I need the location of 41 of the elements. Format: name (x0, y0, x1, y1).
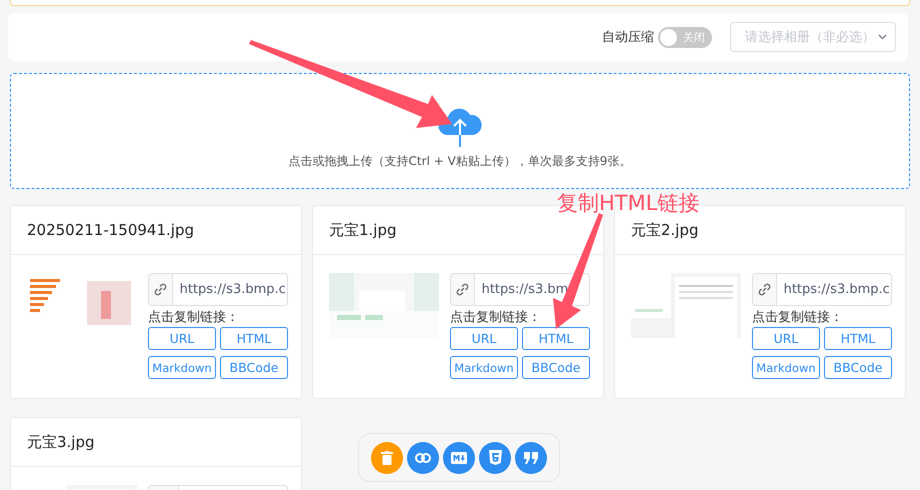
html5-icon (488, 450, 502, 465)
copy-format-button[interactable]: URL (148, 327, 216, 350)
markdown-action-button[interactable] (443, 442, 475, 474)
annotation-text: 复制HTML链接 (557, 190, 700, 217)
link-icon (456, 283, 469, 296)
copy-format-button[interactable]: HTML (220, 327, 288, 350)
upload-hint: 点击或拖拽上传（支持Ctrl + V粘贴上传），单次最多支持9张。 (288, 152, 632, 170)
url-field[interactable]: https://s3.bm (450, 273, 590, 306)
file-name: 元宝1.jpg (329, 220, 397, 240)
quote-action-button[interactable] (515, 442, 547, 474)
copy-label: 点击复制链接： (450, 309, 542, 326)
copy-label: 点击复制链接： (148, 309, 240, 326)
copy-format-button[interactable]: HTML (824, 327, 892, 350)
link-icon (758, 283, 771, 296)
file-name: 20250211-150941.jpg (27, 221, 194, 239)
upload-dropzone[interactable]: 点击或拖拽上传（支持Ctrl + V粘贴上传），单次最多支持9张。 (10, 73, 910, 189)
link-icon (415, 452, 431, 462)
html-action-button[interactable] (479, 442, 511, 474)
copy-format-button[interactable]: Markdown (752, 356, 820, 379)
chevron-down-icon (878, 34, 887, 40)
delete-action-button[interactable] (371, 442, 403, 474)
url-field[interactable]: https://s3.bmp.c (752, 273, 892, 306)
markdown-icon (451, 452, 467, 464)
copy-format-button[interactable]: BBCode (824, 356, 892, 379)
copy-format-button[interactable]: URL (752, 327, 820, 350)
copy-format-button[interactable]: Markdown (450, 356, 518, 379)
copy-format-button[interactable]: BBCode (522, 356, 590, 379)
copy-format-button[interactable]: BBCode (220, 356, 288, 379)
album-select[interactable]: 请选择相册（非必选） (730, 22, 896, 52)
file-name: 元宝3.jpg (27, 432, 95, 452)
copy-format-button[interactable]: HTML (522, 327, 590, 350)
compress-label: 自动压缩 (602, 29, 654, 46)
file-name: 元宝2.jpg (631, 220, 699, 240)
copy-format-button[interactable]: URL (450, 327, 518, 350)
trash-icon (381, 450, 393, 464)
link-icon (154, 283, 167, 296)
copy-label: 点击复制链接： (752, 309, 844, 326)
link-action-button[interactable] (407, 442, 439, 474)
copy-format-button[interactable]: Markdown (148, 356, 216, 379)
url-field[interactable]: https://s3.bmp.c (148, 273, 288, 306)
quote-icon (524, 452, 538, 464)
